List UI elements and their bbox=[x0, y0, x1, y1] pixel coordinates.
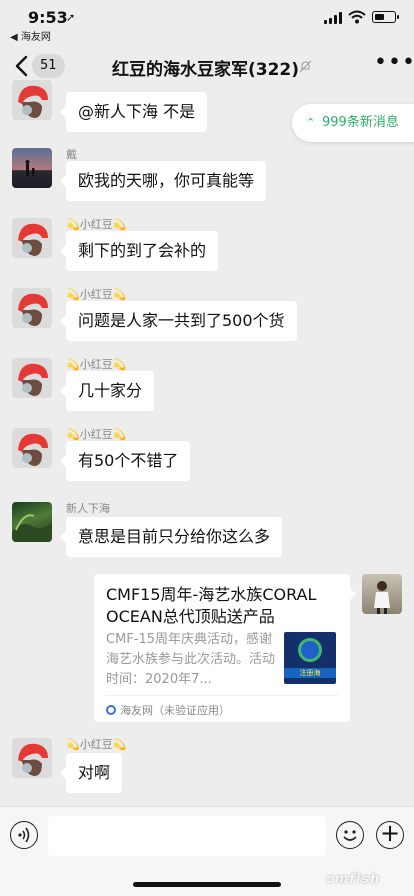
wifi-icon bbox=[348, 10, 366, 24]
battery-icon bbox=[372, 11, 399, 23]
divider bbox=[106, 695, 338, 696]
sender-name: 💫小红豆💫 bbox=[66, 428, 127, 441]
back-to-app-link[interactable]: ◀ 海友网 bbox=[10, 28, 51, 43]
voice-input-icon[interactable] bbox=[10, 821, 38, 849]
red-hat-avatar-icon bbox=[18, 363, 48, 396]
card-source: 海友网（未验证应用） bbox=[106, 702, 230, 718]
aquarium-plant-icon bbox=[12, 514, 52, 542]
message-bubble[interactable]: 几十家分 bbox=[59, 371, 155, 411]
message-bubble[interactable]: 问题是人家一共到了500个货 bbox=[60, 301, 297, 341]
avatar[interactable] bbox=[12, 148, 52, 188]
sound-wave-icon bbox=[18, 827, 30, 843]
message-text: 意思是目前只分给你这么多 bbox=[78, 527, 271, 546]
message-text: 欧我的天哪，你可真能等 bbox=[78, 171, 255, 190]
red-hat-avatar-icon bbox=[18, 223, 48, 256]
shared-link-card[interactable]: CMF15周年-海艺水族CORAL OCEAN总代顶贴送产品 CMF-15周年庆… bbox=[94, 574, 356, 722]
smiley-face-icon bbox=[343, 830, 357, 841]
card-thumbnail: 注册海 bbox=[284, 632, 336, 684]
avatar[interactable] bbox=[12, 80, 52, 120]
app-source-icon bbox=[106, 705, 116, 715]
avatar[interactable] bbox=[12, 502, 52, 542]
red-hat-avatar-icon bbox=[18, 433, 48, 466]
message-text: 问题是人家一共到了500个货 bbox=[78, 311, 285, 330]
sender-name: 💫小红豆💫 bbox=[66, 738, 127, 751]
clock: 9:53 bbox=[28, 8, 68, 27]
message-text: 有50个不错了 bbox=[78, 451, 179, 470]
new-messages-pill[interactable]: ⌃ 999条新消息 bbox=[292, 104, 414, 142]
message-text: 剩下的到了会补的 bbox=[78, 241, 207, 260]
mute-bell-icon bbox=[299, 60, 312, 73]
message-text: 对啊 bbox=[78, 763, 111, 782]
message-bubble[interactable]: 意思是目前只分给你这么多 bbox=[59, 517, 283, 557]
sender-name: 新人下海 bbox=[66, 502, 110, 515]
avatar-self[interactable] bbox=[362, 574, 402, 614]
unread-count-badge[interactable]: 51 bbox=[32, 54, 65, 78]
back-chevron-icon[interactable] bbox=[12, 54, 32, 78]
more-options-icon[interactable]: ••• bbox=[374, 52, 414, 76]
home-indicator[interactable] bbox=[133, 882, 281, 887]
message-bubble[interactable]: 对啊 bbox=[59, 753, 123, 793]
message-bubble[interactable]: 有50个不错了 bbox=[59, 441, 191, 481]
sender-name: 💫小红豆💫 bbox=[66, 218, 127, 231]
avatar[interactable] bbox=[12, 428, 52, 468]
card-description: CMF-15周年庆典活动，感谢海艺水族参与此次活动。活动时间：2020年7... bbox=[106, 632, 276, 687]
sunset-silhouette-icon bbox=[25, 160, 35, 176]
location-arrow-icon: ➚ bbox=[66, 11, 76, 24]
watermark-logo: cmfish bbox=[326, 872, 381, 887]
message-text: 几十家分 bbox=[78, 381, 143, 400]
chat-header: 51 红豆的海水豆家军(322) ••• bbox=[0, 42, 414, 90]
sender-name: 💫小红豆💫 bbox=[66, 358, 127, 371]
chat-title: 红豆的海水豆家军(322) bbox=[112, 60, 300, 80]
avatar[interactable] bbox=[12, 288, 52, 328]
sender-name: 戴 bbox=[66, 148, 77, 161]
card-title: CMF15周年-海艺水族CORAL OCEAN总代顶贴送产品 bbox=[106, 585, 317, 626]
red-hat-avatar-icon bbox=[18, 743, 48, 776]
status-bar: 9:53 ➚ ◀ 海友网 bbox=[0, 0, 414, 43]
red-hat-avatar-icon bbox=[18, 85, 48, 118]
message-bubble[interactable]: @新人下海 不是 bbox=[59, 92, 208, 132]
message-input[interactable] bbox=[48, 816, 326, 856]
person-photo-icon bbox=[374, 581, 390, 614]
new-messages-label: 999条新消息 bbox=[322, 115, 399, 130]
card-source-label: 海友网（未验证应用） bbox=[120, 704, 230, 717]
message-text: @新人下海 不是 bbox=[78, 102, 196, 121]
avatar[interactable] bbox=[12, 358, 52, 398]
avatar[interactable] bbox=[12, 738, 52, 778]
add-attachment-icon[interactable]: + bbox=[376, 821, 404, 849]
cellular-signal-icon bbox=[324, 12, 344, 24]
emoji-icon[interactable] bbox=[336, 821, 364, 849]
sender-name: 💫小红豆💫 bbox=[66, 288, 127, 301]
double-up-chevron-icon: ⌃ bbox=[306, 116, 316, 129]
avatar[interactable] bbox=[12, 218, 52, 258]
message-bubble[interactable]: 剩下的到了会补的 bbox=[59, 231, 219, 271]
message-bubble[interactable]: 欧我的天哪，你可真能等 bbox=[59, 161, 267, 201]
card-thumbnail-label: 注册海 bbox=[284, 668, 336, 678]
red-hat-avatar-icon bbox=[18, 293, 48, 326]
coral-logo-icon bbox=[298, 638, 322, 662]
